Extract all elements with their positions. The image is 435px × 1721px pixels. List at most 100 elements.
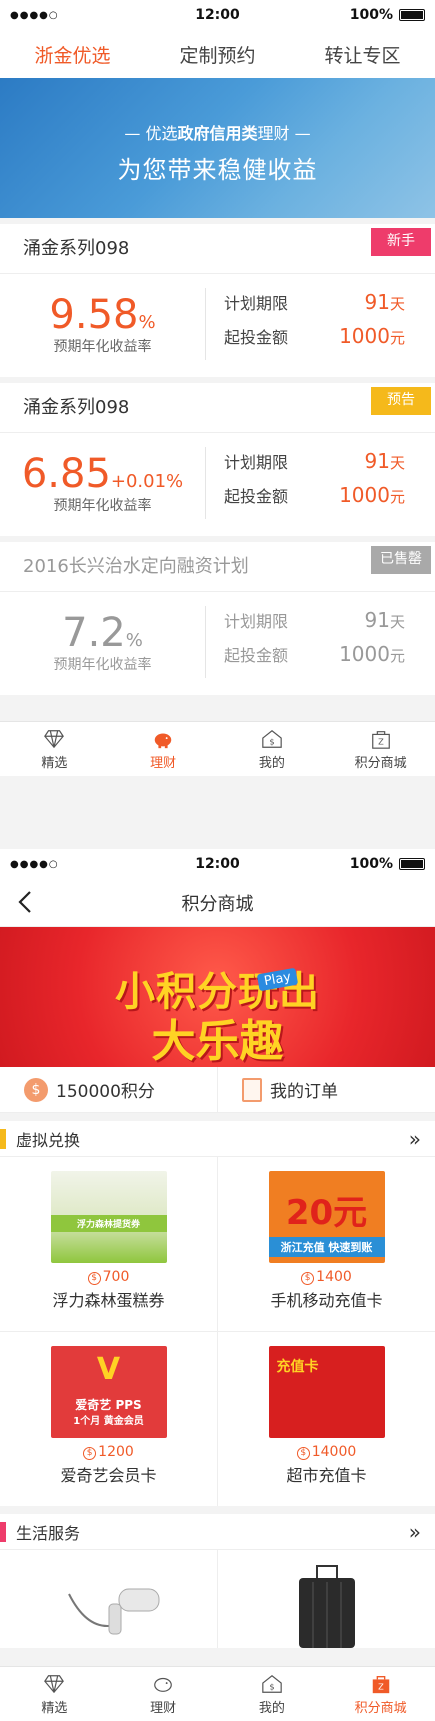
product-name: 涌金系列098 — [0, 224, 435, 274]
min-amount-unit: 元 — [389, 488, 405, 506]
piggy-bank-icon — [154, 1677, 172, 1692]
battery-icon — [399, 858, 425, 870]
life-goods-grid — [0, 1550, 435, 1648]
my-orders-label: 我的订单 — [270, 1082, 338, 1102]
svg-text:Z: Z — [378, 1681, 384, 1691]
goods-image: V 爱奇艺 PPS 1个月 黄金会员 — [50, 1346, 167, 1438]
tabbar-label: 理财 — [150, 1700, 177, 1716]
goods-price: 14000 — [311, 1444, 357, 1460]
min-amount-value: 1000 — [339, 324, 390, 348]
goods-item[interactable]: 充值卡 $14000 超市充值卡 — [218, 1332, 435, 1506]
points-coin-icon: $ — [83, 1447, 97, 1460]
tabbar-label: 精选 — [41, 1700, 68, 1716]
term-label: 计划期限 — [224, 294, 289, 313]
rate-unit: % — [125, 630, 143, 651]
tabbar-item-licai[interactable]: 理财 — [109, 722, 218, 776]
piggy-bank-icon — [154, 733, 172, 748]
tabbar-item-jingxuan[interactable]: 精选 — [0, 1667, 109, 1721]
status-bar: ●●●●○ 12:00 100% — [0, 849, 435, 879]
goods-image-subtext: 1个月 黄金会员 — [73, 1416, 144, 1427]
shopping-bag-icon: Z — [371, 730, 390, 749]
min-amount-label: 起投金额 — [224, 487, 289, 506]
tabbar-item-jingxuan[interactable]: 精选 — [0, 722, 109, 776]
goods-price: 1200 — [98, 1444, 134, 1460]
bottom-tabbar: 精选 理财 $ 我的 Z 积分商城 — [0, 1666, 435, 1721]
points-balance[interactable]: $ 150000积分 — [0, 1067, 218, 1112]
virtual-goods-grid: 浮力森林提货券 $700 浮力森林蛋糕券 20元 浙江充值 快速到账 $1400… — [0, 1157, 435, 1506]
goods-name: 浮力森林蛋糕券 — [52, 1291, 165, 1310]
points-mall-screen: ●●●●○ 12:00 100% 积分商城 小积分玩出 Play 大乐趣 $ 1… — [0, 849, 435, 1721]
tabbar-item-licai[interactable]: 理财 — [109, 1667, 218, 1721]
home-dollar-icon: $ — [262, 1674, 282, 1693]
page-title: 积分商城 — [181, 893, 254, 915]
tab-zhejin-youxuan[interactable]: 浙金优选 — [18, 33, 127, 84]
rate-value: 6.85 — [21, 451, 111, 497]
goods-item[interactable]: 浮力森林提货券 $700 浮力森林蛋糕券 — [0, 1157, 217, 1331]
coin-icon: $ — [24, 1077, 48, 1102]
min-amount-unit: 元 — [389, 647, 405, 665]
goods-item[interactable]: V 爱奇艺 PPS 1个月 黄金会员 $1200 爱奇艺会员卡 — [0, 1332, 217, 1506]
goods-item[interactable] — [218, 1550, 435, 1648]
goods-image-text: 浮力森林提货券 — [50, 1215, 167, 1232]
tabbar-label: 我的 — [258, 755, 285, 771]
tabbar-label: 理财 — [150, 755, 177, 771]
svg-text:Z: Z — [378, 736, 384, 746]
term-unit: 天 — [389, 295, 405, 313]
goods-image-subtext: 浙江充值 快速到账 — [268, 1237, 385, 1257]
points-coin-icon: $ — [301, 1272, 315, 1285]
section-title: 虚拟兑换 — [16, 1130, 81, 1150]
top-tabs: 浙金优选 定制预约 转让专区 — [0, 30, 435, 84]
product-name: 2016长兴治水定向融资计划 — [0, 542, 435, 592]
min-amount-value: 1000 — [339, 642, 390, 666]
rate-label: 预期年化收益率 — [53, 339, 152, 355]
goods-item[interactable] — [0, 1550, 217, 1648]
banner-line1-suffix: 理财 — — [257, 124, 311, 143]
goods-item[interactable]: 20元 浙江充值 快速到账 $1400 手机移动充值卡 — [218, 1157, 435, 1331]
svg-text:$: $ — [269, 736, 274, 746]
banner-line2: 为您带来稳健收益 — [117, 156, 318, 184]
min-amount-label: 起投金额 — [224, 328, 289, 347]
tabbar-item-jifen[interactable]: Z 积分商城 — [326, 1667, 435, 1721]
rate-unit: +0.01% — [110, 471, 184, 492]
points-coin-icon: $ — [87, 1272, 101, 1285]
product-badge: 已售罄 — [371, 546, 431, 574]
tabbar-item-jifen[interactable]: Z 积分商城 — [326, 722, 435, 776]
term-value: 91 — [364, 290, 390, 314]
my-orders[interactable]: 我的订单 — [218, 1067, 435, 1112]
diamond-icon — [44, 1674, 65, 1693]
rate-unit: % — [138, 312, 156, 333]
min-amount-label: 起投金额 — [224, 646, 289, 665]
tabbar-label: 我的 — [258, 1700, 285, 1716]
finance-screen: ●●●●○ 12:00 100% 浙金优选 定制预约 转让专区 — 优选政府信用… — [0, 0, 435, 776]
tab-zhuanrang[interactable]: 转让专区 — [316, 33, 408, 76]
tabbar-item-wode[interactable]: $ 我的 — [218, 722, 327, 776]
term-value: 91 — [364, 608, 390, 632]
term-unit: 天 — [389, 613, 405, 631]
term-label: 计划期限 — [224, 453, 289, 472]
mall-banner[interactable]: 小积分玩出 Play 大乐趣 — [0, 927, 435, 1067]
product-card[interactable]: 2016长兴治水定向融资计划 已售罄 7.2% 预期年化收益率 计划期限 91天 … — [0, 542, 435, 695]
min-amount-unit: 元 — [389, 329, 405, 347]
status-bar: ●●●●○ 12:00 100% — [0, 0, 435, 30]
goods-image: 充值卡 — [268, 1346, 385, 1438]
points-coin-icon: $ — [296, 1447, 310, 1460]
term-label: 计划期限 — [224, 612, 289, 631]
nav-bar: 积分商城 — [0, 879, 435, 927]
shopping-bag-icon: Z — [372, 1675, 389, 1693]
promo-banner[interactable]: — 优选政府信用类理财 — 为您带来稳健收益 — [0, 78, 435, 218]
hair-dryer-image — [67, 1588, 159, 1635]
term-unit: 天 — [389, 454, 405, 472]
section-life: 生活服务 » — [0, 1514, 435, 1550]
goods-name: 超市充值卡 — [286, 1466, 367, 1485]
goods-image: 20元 浙江充值 快速到账 — [268, 1171, 385, 1263]
back-arrow-icon[interactable] — [14, 889, 38, 915]
banner-line1-bold: 政府信用类 — [177, 124, 258, 143]
product-card[interactable]: 涌金系列098 新手 9.58% 预期年化收益率 计划期限 91天 起投金额 100… — [0, 224, 435, 377]
product-card[interactable]: 涌金系列098 预告 6.85+0.01% 预期年化收益率 计划期限 91天 起投… — [0, 383, 435, 536]
battery-icon — [399, 9, 425, 21]
double-chevron-right-icon[interactable]: » — [409, 1520, 421, 1544]
tab-dingzhi-yuyue[interactable]: 定制预约 — [171, 33, 263, 76]
double-chevron-right-icon[interactable]: » — [409, 1127, 421, 1151]
tabbar-item-wode[interactable]: $ 我的 — [218, 1667, 327, 1721]
points-bar: $ 150000积分 我的订单 — [0, 1067, 435, 1113]
